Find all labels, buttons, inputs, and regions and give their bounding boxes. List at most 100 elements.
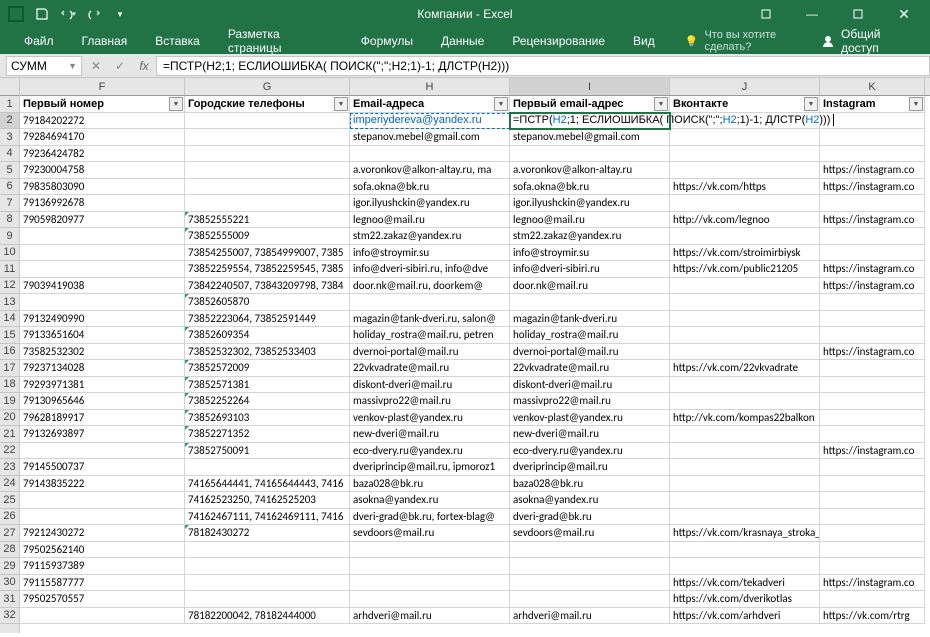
cell[interactable]: 73852693103 bbox=[185, 410, 350, 427]
cell[interactable]: diskont-dveri@mail.ru bbox=[350, 377, 510, 394]
cell[interactable]: dveri-grad@bk.ru, fortex-blag@ bbox=[350, 509, 510, 526]
cell[interactable] bbox=[20, 509, 185, 526]
cell[interactable] bbox=[20, 245, 185, 262]
tab-home[interactable]: Главная bbox=[68, 28, 142, 54]
cell[interactable]: info@dveri-sibiri.ru, info@dve bbox=[350, 261, 510, 278]
cell[interactable]: 79132693897 bbox=[20, 426, 185, 443]
cell[interactable]: 79237134028 bbox=[20, 360, 185, 377]
cell[interactable] bbox=[670, 278, 820, 295]
cell[interactable] bbox=[350, 146, 510, 163]
cell[interactable] bbox=[185, 591, 350, 608]
cell[interactable] bbox=[820, 129, 925, 146]
cell[interactable]: =ПСТР(H2;1; ЕСЛИОШИБКА( ПОИСК(";";H2;1)-… bbox=[510, 113, 670, 130]
cell[interactable]: 79143835222 bbox=[20, 476, 185, 493]
cell[interactable]: 79628189917 bbox=[20, 410, 185, 427]
cell[interactable] bbox=[670, 327, 820, 344]
enter-formula-button[interactable]: ✓ bbox=[108, 56, 132, 76]
cell[interactable] bbox=[820, 360, 925, 377]
cell[interactable]: stm22.zakaz@yandex.ru bbox=[350, 228, 510, 245]
cell[interactable]: http://vk.com/legnoo bbox=[670, 212, 820, 229]
cell[interactable]: https://vk.com/public21205 bbox=[670, 261, 820, 278]
cell[interactable] bbox=[820, 245, 925, 262]
cell[interactable] bbox=[820, 558, 925, 575]
cell[interactable] bbox=[670, 542, 820, 559]
cell[interactable]: 73852223064, 73852591449 bbox=[185, 311, 350, 328]
cell[interactable]: 79039419038 bbox=[20, 278, 185, 295]
cell[interactable]: https://instagram.co bbox=[820, 179, 925, 196]
formula-input[interactable]: =ПСТР(H2;1; ЕСЛИОШИБКА( ПОИСК(";";H2;1)-… bbox=[156, 56, 930, 76]
row-header[interactable]: 5 bbox=[0, 162, 19, 179]
maximize-button[interactable] bbox=[836, 0, 880, 28]
save-icon[interactable] bbox=[30, 2, 54, 26]
cell[interactable] bbox=[820, 294, 925, 311]
cell[interactable] bbox=[20, 294, 185, 311]
cell[interactable]: legnoo@mail.ru bbox=[510, 212, 670, 229]
cell[interactable]: door.nk@mail.ru, doorkem@ bbox=[350, 278, 510, 295]
column-title[interactable]: Email-адреса▼ bbox=[350, 96, 510, 113]
cell[interactable] bbox=[820, 591, 925, 608]
col-header-k[interactable]: K bbox=[820, 78, 925, 95]
column-title[interactable]: Первый email-адрес▼ bbox=[510, 96, 670, 113]
cell[interactable] bbox=[670, 492, 820, 509]
filter-dropdown-icon[interactable]: ▼ bbox=[654, 97, 668, 111]
row-header[interactable]: 13 bbox=[0, 294, 19, 311]
col-header-h[interactable]: H bbox=[350, 78, 510, 95]
cell[interactable]: dveri-grad@bk.ru bbox=[510, 509, 670, 526]
filter-dropdown-icon[interactable]: ▼ bbox=[804, 97, 818, 111]
cell[interactable] bbox=[820, 393, 925, 410]
cell[interactable]: 73852572009 bbox=[185, 360, 350, 377]
cell[interactable]: holiday_rostra@mail.ru bbox=[510, 327, 670, 344]
cell[interactable] bbox=[20, 608, 185, 625]
cell[interactable] bbox=[350, 591, 510, 608]
cell[interactable] bbox=[185, 575, 350, 592]
row-header[interactable]: 18 bbox=[0, 377, 19, 394]
cell[interactable]: 79132490990 bbox=[20, 311, 185, 328]
cell[interactable] bbox=[670, 162, 820, 179]
cell[interactable]: diskont-dveri@mail.ru bbox=[510, 377, 670, 394]
cell[interactable]: holiday_rostra@mail.ru, petren bbox=[350, 327, 510, 344]
cell[interactable]: 73852271352 bbox=[185, 426, 350, 443]
cell[interactable] bbox=[510, 558, 670, 575]
cell[interactable]: 73854255007, 73854999007, 7385 bbox=[185, 245, 350, 262]
cell[interactable]: 79230004758 bbox=[20, 162, 185, 179]
col-header-j[interactable]: J bbox=[670, 78, 820, 95]
cell[interactable]: new-dveri@mail.ru bbox=[510, 426, 670, 443]
cell[interactable] bbox=[670, 393, 820, 410]
cell[interactable]: 73852555009 bbox=[185, 228, 350, 245]
cell[interactable] bbox=[820, 459, 925, 476]
row-header[interactable]: 27 bbox=[0, 525, 19, 542]
row-header[interactable]: 21 bbox=[0, 426, 19, 443]
tab-review[interactable]: Рецензирование bbox=[498, 28, 619, 54]
cell[interactable]: https://vk.com/dverikotlas bbox=[670, 591, 820, 608]
undo-icon[interactable]: ▾ bbox=[56, 2, 80, 26]
cell[interactable]: 73582532302 bbox=[20, 344, 185, 361]
row-header[interactable]: 12 bbox=[0, 278, 19, 295]
cell[interactable] bbox=[350, 558, 510, 575]
row-header[interactable]: 31 bbox=[0, 591, 19, 608]
cell[interactable] bbox=[820, 492, 925, 509]
row-header[interactable]: 19 bbox=[0, 393, 19, 410]
cell[interactable]: 22vkvadrate@mail.ru bbox=[350, 360, 510, 377]
cell[interactable] bbox=[510, 591, 670, 608]
cell[interactable]: venkov-plast@yandex.ru bbox=[510, 410, 670, 427]
cell[interactable] bbox=[670, 311, 820, 328]
cell[interactable]: asokna@yandex.ru bbox=[510, 492, 670, 509]
cell[interactable] bbox=[20, 492, 185, 509]
column-title[interactable]: Вконтакте▼ bbox=[670, 96, 820, 113]
chevron-down-icon[interactable]: ▼ bbox=[68, 61, 77, 71]
tab-page-layout[interactable]: Разметка страницы bbox=[214, 28, 347, 54]
cell[interactable] bbox=[185, 195, 350, 212]
cell[interactable]: massivpro22@mail.ru bbox=[350, 393, 510, 410]
cell[interactable]: sofa.okna@bk.ru bbox=[510, 179, 670, 196]
cell[interactable]: dveriprincip@mail.ru, ipmoroz1 bbox=[350, 459, 510, 476]
cell[interactable]: 73852259554, 73852259545, 7385 bbox=[185, 261, 350, 278]
cell[interactable] bbox=[820, 146, 925, 163]
cell[interactable] bbox=[820, 476, 925, 493]
filter-dropdown-icon[interactable]: ▼ bbox=[169, 97, 183, 111]
row-header[interactable]: 7 bbox=[0, 195, 19, 212]
cell[interactable]: https://instagram.co bbox=[820, 212, 925, 229]
cell[interactable] bbox=[670, 344, 820, 361]
cell[interactable]: 78182200042, 78182444000 bbox=[185, 608, 350, 625]
cell[interactable] bbox=[670, 228, 820, 245]
cell[interactable] bbox=[185, 179, 350, 196]
